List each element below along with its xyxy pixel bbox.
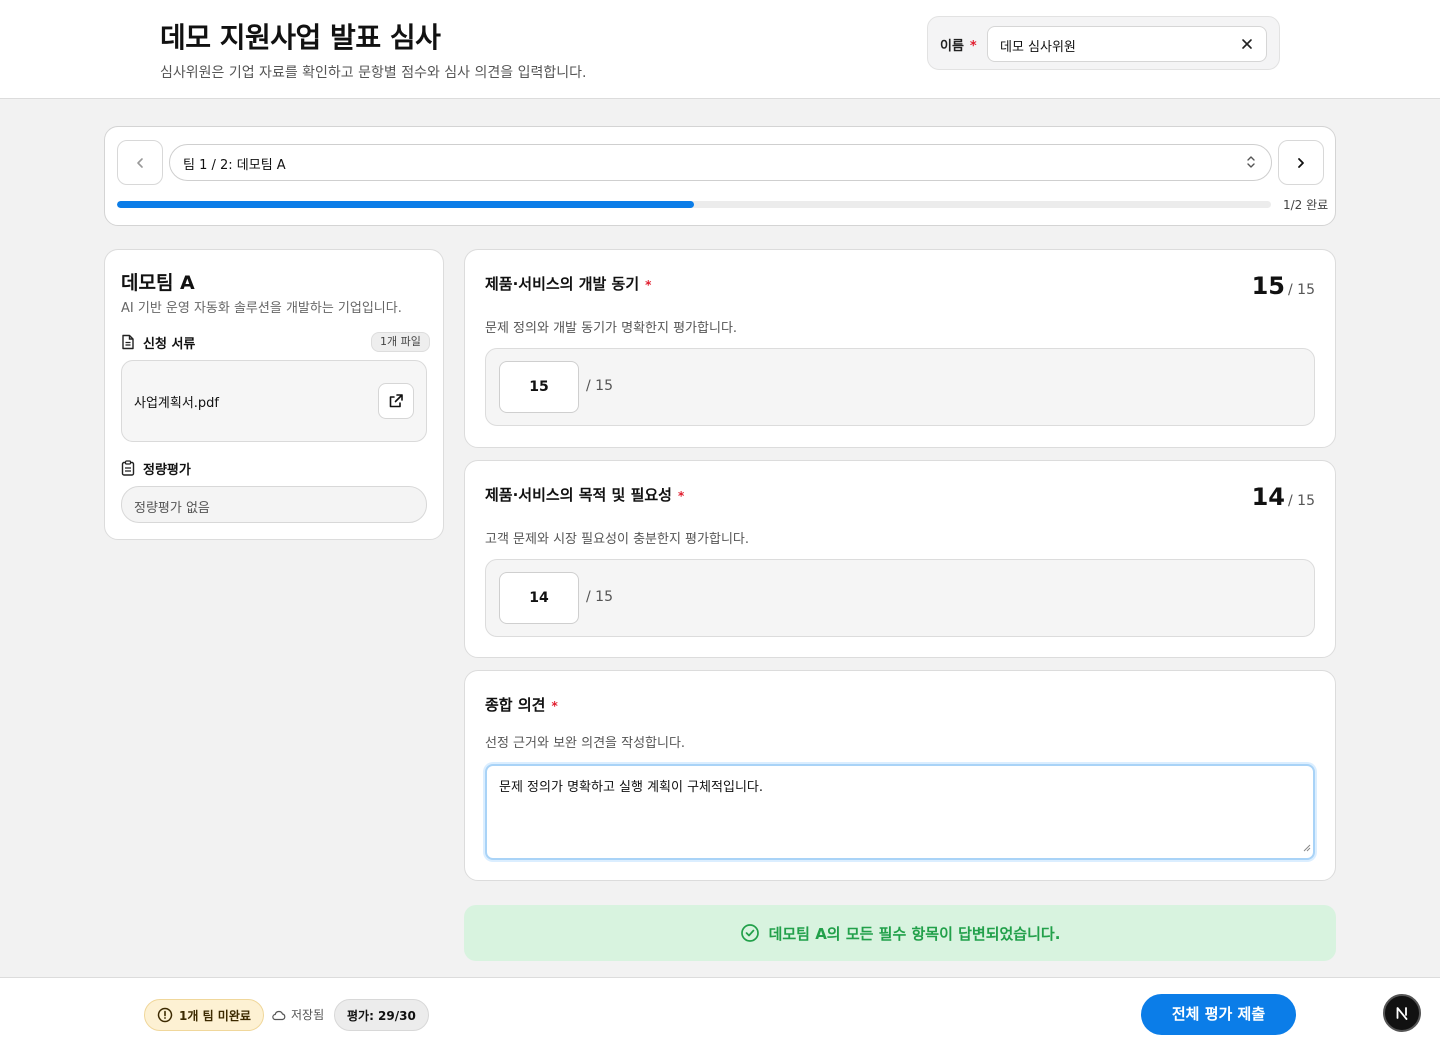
documents-heading: 신청 서류: [121, 332, 195, 352]
external-link-icon: [389, 394, 403, 408]
comment-card: 종합 의견 * 선정 근거와 보완 의견을 작성합니다. 문제 정의가 명확하고 …: [464, 670, 1336, 881]
question-card: 제품·서비스의 개발 동기 * 15 / 15 문제 정의와 개발 동기가 명확한…: [464, 249, 1336, 448]
footer-bar: 1개 팀 미완료 저장됨 평가: 29/30 전체 평가 제출: [0, 977, 1440, 1050]
score-input-max: / 15: [586, 589, 613, 605]
clipboard-icon: [121, 460, 135, 476]
reviewer-name-value: 데모 심사위원: [1000, 40, 1076, 55]
cloud-icon: [272, 1010, 286, 1020]
resize-grip-icon[interactable]: [1303, 837, 1311, 856]
question-title: 제품·서비스의 목적 및 필요성 *: [485, 484, 684, 505]
question-score-max: / 15: [1288, 493, 1315, 509]
score-input-max: / 15: [586, 378, 613, 394]
evaluation-count-badge: 평가: 29/30: [334, 999, 429, 1031]
alert-circle-icon: [157, 1007, 173, 1023]
completion-banner: 데모팀 A의 모든 필수 항목이 답변되었습니다.: [464, 905, 1336, 961]
incomplete-badge: 1개 팀 미완료: [144, 999, 264, 1031]
team-info-card: 데모팀 A AI 기반 운영 자동화 솔루션을 개발하는 기업입니다. 신청 서…: [104, 249, 444, 540]
name-label: 이름 *: [940, 35, 977, 54]
name-label-text: 이름: [940, 39, 964, 54]
required-mark: *: [551, 699, 558, 713]
page-subtitle: 심사위원은 기업 자료를 확인하고 문항별 점수와 심사 의견을 입력합니다.: [160, 65, 587, 81]
comment-title-text: 종합 의견: [485, 696, 546, 714]
team-select-value: 팀 1 / 2: 데모팀 A: [183, 158, 286, 173]
comment-title: 종합 의견 *: [485, 694, 558, 715]
save-status: 저장됨: [272, 1006, 324, 1023]
incomplete-text: 1개 팀 미완료: [179, 1008, 251, 1023]
question-title-text: 제품·서비스의 목적 및 필요성: [485, 486, 672, 504]
required-mark: *: [969, 39, 977, 54]
question-score-value: 14: [1251, 483, 1286, 511]
quant-label: 정량평가: [143, 462, 191, 478]
chevron-up-down-icon: [1245, 154, 1257, 174]
required-mark: *: [677, 489, 685, 503]
team-name: 데모팀 A: [121, 272, 195, 294]
reviewer-name-box: 이름 * 데모 심사위원: [927, 16, 1280, 70]
team-navigation-card: 팀 1 / 2: 데모팀 A 1/2 완료: [104, 126, 1336, 226]
check-circle-icon: [740, 924, 759, 942]
progress-bar: [117, 201, 1271, 208]
documents-label: 신청 서류: [143, 336, 196, 352]
question-score-display: 14 / 15: [1252, 483, 1315, 511]
completion-text: 데모팀 A의 모든 필수 항목이 답변되었습니다.: [768, 924, 1061, 943]
team-select[interactable]: 팀 1 / 2: 데모팀 A: [169, 144, 1272, 181]
chevron-left-icon: [137, 157, 143, 168]
comment-description: 선정 근거와 보완 의견을 작성합니다.: [485, 736, 686, 751]
question-score-display: 15 / 15: [1252, 272, 1315, 300]
quant-heading: 정량평가: [121, 458, 191, 478]
reviewer-name-input[interactable]: 데모 심사위원: [987, 26, 1267, 62]
score-input[interactable]: 14: [499, 572, 579, 624]
file-item: 사업계획서.pdf: [121, 360, 427, 442]
question-description: 문제 정의와 개발 동기가 명확한지 평가합니다.: [485, 321, 738, 336]
previous-team-button[interactable]: [117, 140, 163, 185]
question-title: 제품·서비스의 개발 동기 *: [485, 273, 651, 294]
comment-text: 문제 정의가 명확하고 실행 계획이 구체적입니다.: [499, 780, 763, 795]
required-mark: *: [645, 278, 652, 292]
comment-textarea[interactable]: 문제 정의가 명확하고 실행 계획이 구체적입니다.: [485, 764, 1315, 860]
question-score-value: 15: [1251, 272, 1286, 300]
question-description: 고객 문제와 시장 필요성이 충분한지 평가합니다.: [485, 532, 749, 547]
score-input[interactable]: 15: [499, 361, 579, 413]
save-status-text: 저장됨: [291, 1008, 325, 1022]
file-count-badge: 1개 파일: [371, 332, 430, 352]
file-name: 사업계획서.pdf: [134, 396, 220, 411]
quant-value: 정량평가 없음: [134, 501, 210, 516]
question-title-text: 제품·서비스의 개발 동기: [485, 275, 640, 293]
chevron-right-icon: [1298, 157, 1304, 168]
team-description: AI 기반 운영 자동화 솔루션을 개발하는 기업입니다.: [121, 301, 402, 316]
page-header: 데모 지원사업 발표 심사 심사위원은 기업 자료를 확인하고 문항별 점수와 …: [0, 0, 1440, 99]
document-icon: [122, 334, 134, 350]
next-team-button[interactable]: [1278, 140, 1324, 185]
question-card: 제품·서비스의 목적 및 필요성 * 14 / 15 고객 문제와 시장 필요성이…: [464, 460, 1336, 658]
page-title: 데모 지원사업 발표 심사: [160, 21, 441, 54]
quant-value-box: 정량평가 없음: [121, 486, 427, 523]
submit-all-button[interactable]: 전체 평가 제출: [1141, 994, 1296, 1035]
question-score-max: / 15: [1288, 282, 1315, 298]
open-file-button[interactable]: [378, 383, 414, 419]
score-input-area: 15 / 15: [485, 348, 1315, 426]
nextjs-badge-icon[interactable]: [1383, 994, 1421, 1032]
score-input-area: 14 / 15: [485, 559, 1315, 637]
clear-icon[interactable]: [1238, 35, 1256, 53]
progress-text: 1/2 완료: [1283, 198, 1329, 212]
progress-fill: [117, 201, 694, 208]
